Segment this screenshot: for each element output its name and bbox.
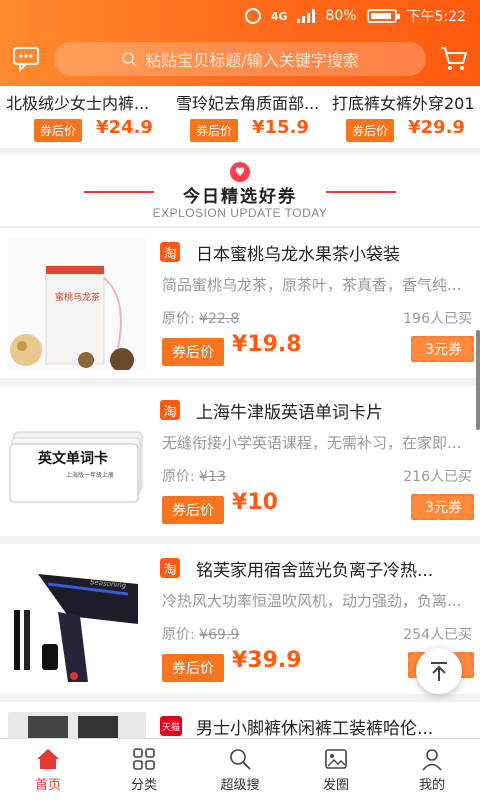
sold-count: 196人已买 [403, 311, 472, 327]
super-search-icon [230, 748, 251, 770]
taobao-source-icon: 淘 [160, 400, 180, 420]
search-placeholder: 粘贴宝贝标题/输入关键字搜索 [145, 51, 359, 70]
tab-category[interactable]: 分类 [96, 739, 192, 800]
coupon-price: ¥19.8 [232, 332, 302, 357]
product-list-item[interactable]: 英文单词卡 上海版一年级上册 淘 上海牛津版英语单词卡片 无缝衔接小学英语课程，… [0, 386, 480, 536]
product-thumbnail: 蜜桃乌龙茶 [8, 238, 146, 370]
thumbnail-text: 蜜桃乌龙茶 [55, 293, 101, 303]
signal-icon [297, 9, 316, 23]
tab-label: 发圈 [322, 777, 349, 793]
bottom-tab-bar: 首页 分类 超级搜 发圈 我的 [0, 738, 480, 800]
original-price: 原价: ¥22.8 [162, 311, 240, 327]
product-list-item[interactable]: 蜜桃乌龙茶 淘 日本蜜桃乌龙水果茶小袋装 简品蜜桃乌龙茶，原茶叶，茶真香，香气纯… [0, 228, 480, 378]
after-coupon-label: 券后价 [346, 119, 395, 142]
product-title: 上海牛津版英语单词卡片 [196, 403, 383, 423]
product-title: 男士小脚裤休闲裤工装裤哈伦... [196, 719, 434, 738]
tab-label: 首页 [34, 777, 61, 793]
product-title: 打底裤女裤外穿201 [332, 94, 475, 113]
product-thumbnail: Seasoning [8, 554, 146, 686]
battery-percent: 80% [325, 8, 357, 24]
product-description: 冷热风大功率恒温吹风机，动力强劲，负离... [162, 592, 462, 610]
tab-label: 超级搜 [220, 777, 260, 793]
taobao-source-icon: 淘 [160, 558, 180, 578]
product-card[interactable]: 打底裤女裤外穿201 券后价 ¥29.9 [326, 86, 480, 148]
search-input[interactable]: 粘贴宝贝标题/输入关键字搜索 [54, 42, 426, 76]
top-header: 4G 80% 下午5:22 粘贴宝贝标题/输入关键字搜索 [0, 0, 480, 86]
person-icon [422, 748, 442, 771]
section-subtitle: EXPLOSION UPDATE TODAY [152, 206, 328, 220]
thumbnail-text: 英文单词卡 [38, 451, 108, 467]
thumbnail-subtext: 上海版一年级上册 [66, 472, 115, 479]
product-card[interactable]: 雪玲妃去角质面部... 券后价 ¥15.9 [170, 86, 330, 148]
original-price: 原价: ¥69.9 [162, 627, 240, 643]
back-to-top-button[interactable] [416, 648, 462, 694]
moments-icon [325, 748, 347, 769]
battery-icon [366, 9, 400, 23]
arrow-up-icon [431, 662, 447, 681]
coupon-button[interactable]: 3元券 [411, 336, 474, 362]
sold-count: 216人已买 [403, 469, 472, 485]
grid-icon [133, 747, 155, 770]
product-title: 雪玲妃去角质面部... [176, 94, 320, 113]
product-price: ¥15.9 [252, 117, 309, 138]
after-coupon-label: 券后价 [190, 119, 239, 142]
divider [326, 191, 396, 193]
hot-products-row: 北极绒少女士内裤... 券后价 ¥24.9 雪玲妃去角质面部... 券后价 ¥1… [0, 86, 480, 148]
product-price: ¥24.9 [96, 117, 153, 138]
coupon-price: ¥10 [232, 490, 278, 515]
coupon-button[interactable]: 3元券 [411, 494, 474, 520]
product-thumbnail [8, 712, 146, 738]
tab-moments[interactable]: 发圈 [288, 739, 384, 800]
product-card[interactable]: 北极绒少女士内裤... 券后价 ¥24.9 [0, 86, 160, 148]
message-icon[interactable] [10, 43, 42, 75]
product-list-item[interactable]: Seasoning 淘 铭芙家用宿舍蓝光负离子冷热... 冷热风大功率恒温吹风机… [0, 544, 480, 694]
product-price: ¥29.9 [408, 117, 465, 138]
status-bar: 4G 80% 下午5:22 [0, 0, 480, 32]
product-title: 铭芙家用宿舍蓝光负离子冷热... [196, 561, 434, 581]
original-price: 原价: ¥13 [162, 469, 226, 485]
product-list-item[interactable]: 天猫 男士小脚裤休闲裤工装裤哈伦... [0, 702, 480, 738]
scrollbar[interactable] [476, 330, 480, 430]
coupon-price: ¥39.9 [232, 648, 302, 673]
heart-icon: ♥ [230, 162, 250, 182]
product-description: 简品蜜桃乌龙茶，原茶叶，茶真香，香气纯... [162, 276, 462, 294]
after-coupon-label: 券后价 [162, 496, 224, 524]
product-title: 日本蜜桃乌龙水果茶小袋装 [196, 245, 400, 265]
home-icon [37, 748, 59, 769]
taobao-source-icon: 淘 [160, 242, 180, 262]
cart-icon[interactable] [438, 43, 470, 75]
clock: 下午5:22 [406, 9, 466, 25]
product-thumbnail: 英文单词卡 上海版一年级上册 [8, 396, 146, 528]
section-title: 今日精选好券 [183, 187, 297, 207]
after-coupon-label: 券后价 [34, 119, 83, 142]
tab-home[interactable]: 首页 [0, 739, 96, 800]
product-title: 北极绒少女士内裤... [6, 94, 150, 113]
tmall-source-icon: 天猫 [160, 716, 182, 736]
product-description: 无缝衔接小学英语课程，无需补习，在家即... [162, 434, 462, 452]
network-type: 4G [270, 9, 288, 23]
sold-count: 254人已买 [403, 627, 472, 643]
tab-label: 分类 [130, 777, 157, 793]
after-coupon-label: 券后价 [162, 654, 224, 682]
after-coupon-label: 券后价 [162, 338, 224, 366]
daily-picks-header: ♥ 今日精选好券 EXPLOSION UPDATE TODAY [0, 154, 480, 226]
tab-mine[interactable]: 我的 [384, 739, 480, 800]
tab-label: 我的 [418, 777, 445, 793]
search-icon [122, 52, 137, 67]
alarm-icon [244, 8, 261, 24]
tab-super-search[interactable]: 超级搜 [192, 739, 288, 800]
